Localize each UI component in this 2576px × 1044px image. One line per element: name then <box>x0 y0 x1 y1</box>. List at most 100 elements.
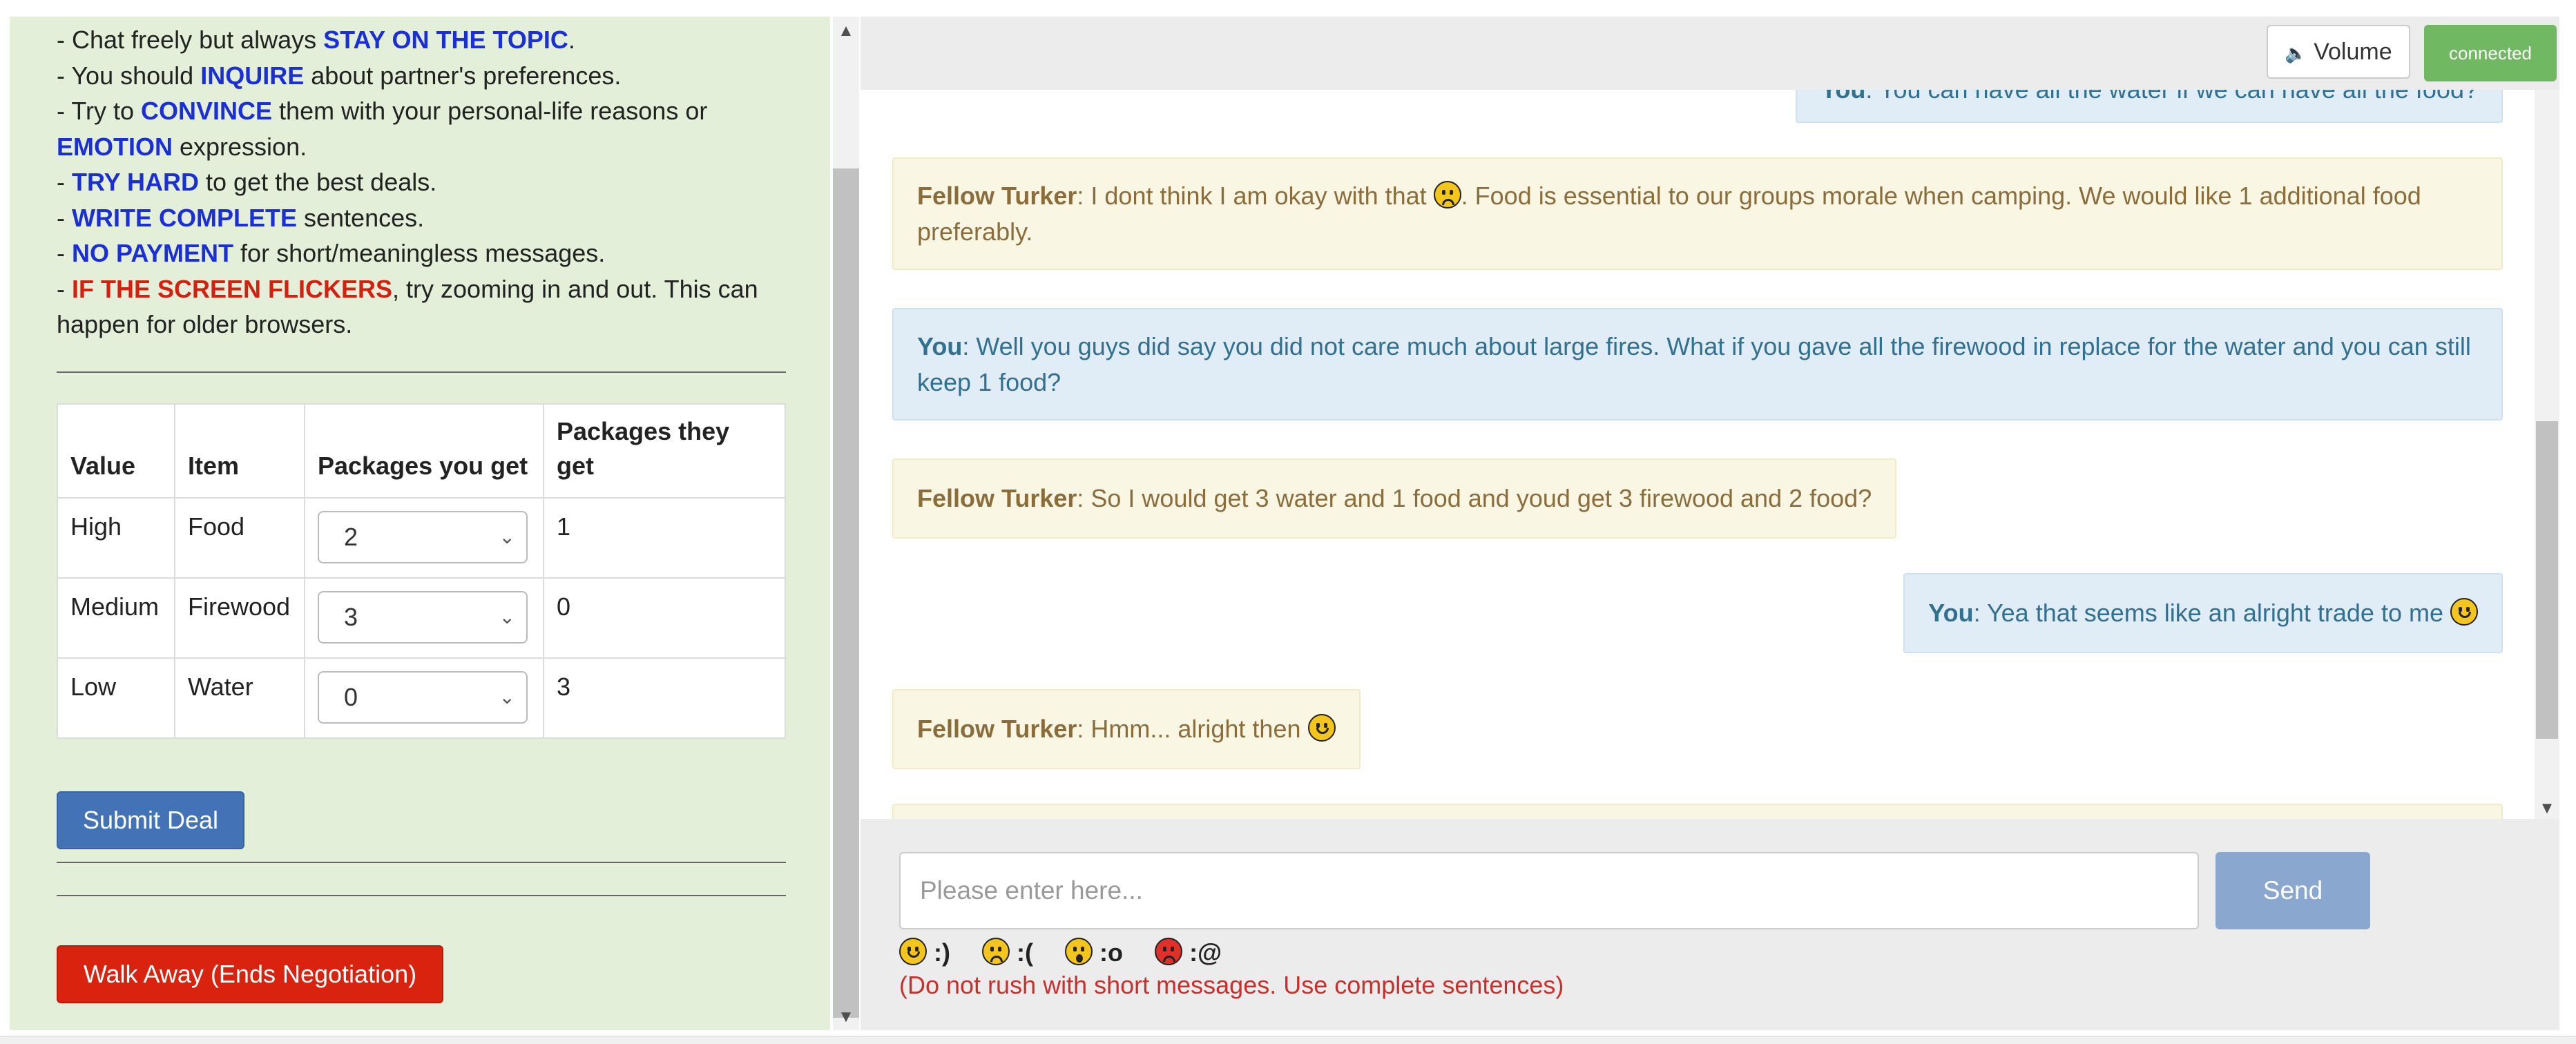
you-get-cell: 0 ⌄ <box>304 657 544 739</box>
send-button[interactable]: Send <box>2215 852 2370 929</box>
chevron-down-icon: ⌄ <box>499 526 515 548</box>
column-header: Value <box>57 403 175 499</box>
instruction-text: about partner's preferences. <box>304 61 622 90</box>
scroll-up-arrow-icon[interactable]: ▲ <box>833 21 859 41</box>
chat-message-you: You: Well you guys did say you did not c… <box>892 308 2503 420</box>
quantity-select-water[interactable]: 0 ⌄ <box>318 671 528 724</box>
submit-deal-button[interactable]: Submit Deal <box>57 791 244 849</box>
chat-message-you: You: You can have all the water if we ca… <box>1796 90 2503 123</box>
scrollbar-thumb[interactable] <box>833 168 859 1018</box>
message-text: : I dont think I am okay with that <box>1077 182 1434 210</box>
value-cell: High <box>57 497 175 579</box>
connection-status-badge: connected <box>2424 25 2557 81</box>
you-get-cell: 3 ⌄ <box>304 577 544 659</box>
message-text: : So I would get 3 water and 1 food and … <box>1077 484 1872 512</box>
message-speaker: You <box>1820 90 1865 104</box>
chat-input-area: Please enter here... Send :) :( :o :@ (D… <box>861 819 2559 1030</box>
emoji-shortcut[interactable]: :@ <box>1155 938 1222 967</box>
surprised-face-icon <box>1065 938 1093 965</box>
chat-message-partner: Fellow Turker: I dont think I am okay wi… <box>892 157 2503 270</box>
instruction-text: them with your personal-life reasons or <box>272 97 708 125</box>
they-get-cell: 0 <box>543 577 786 659</box>
volume-button[interactable]: 🔈 Volume <box>2267 25 2410 79</box>
chat-message-partner <box>892 804 2503 819</box>
scroll-down-arrow-icon[interactable]: ▼ <box>2535 798 2559 819</box>
chat-scrollbar[interactable]: ▼ <box>2535 90 2559 819</box>
instruction-text: to get the best deals. <box>199 168 437 196</box>
message-hint: (Do not rush with short messages. Use co… <box>899 971 1564 999</box>
instruction-line: - WRITE COMPLETE sentences. <box>57 200 796 236</box>
value-cell: Medium <box>57 577 175 659</box>
message-text: : Hmm... alright then <box>1077 715 1308 743</box>
instruction-line: EMOTION expression. <box>57 129 796 165</box>
emoji-shortcut[interactable]: :o <box>1065 938 1123 967</box>
emoji-code: :o <box>1099 938 1124 967</box>
value-cell: Low <box>57 657 175 739</box>
message-text: : Yea that seems like an alright trade t… <box>1973 599 2450 627</box>
instructions-list: - Chat freely but always STAY ON THE TOP… <box>57 17 796 342</box>
instruction-line: - You should INQUIRE about partner's pre… <box>57 58 796 94</box>
item-cell: Water <box>174 657 305 739</box>
instruction-emphasis: WRITE COMPLETE <box>72 203 297 232</box>
instruction-text: , try zooming in and out. This can <box>392 274 758 303</box>
divider <box>57 895 786 896</box>
table-row: Low Water 0 ⌄ 3 <box>57 657 786 739</box>
emoji-code: :( <box>1017 938 1034 967</box>
instruction-text: . <box>568 26 575 54</box>
chat-panel: 🔈 Volume connected You: You can have all… <box>861 17 2559 1030</box>
quantity-select-firewood[interactable]: 3 ⌄ <box>318 591 528 644</box>
item-cell: Food <box>174 497 305 579</box>
volume-label: Volume <box>2314 39 2392 65</box>
instruction-text: - Try to <box>57 97 142 125</box>
they-get-cell: 1 <box>543 497 786 579</box>
speaker-icon: 🔈 <box>2285 43 2307 64</box>
quantity-select-food[interactable]: 2 ⌄ <box>318 511 528 563</box>
message-speaker: You <box>1928 599 1974 627</box>
instruction-text: for short/meaningless messages. <box>233 239 606 267</box>
message-text: : Well you guys did say you did not care… <box>962 332 2471 360</box>
instruction-text: - You should <box>57 61 201 90</box>
chat-messages: You: You can have all the water if we ca… <box>861 90 2535 819</box>
emoji-shortcuts: :) :( :o :@ <box>899 938 1247 967</box>
instruction-line: - NO PAYMENT for short/meaningless messa… <box>57 235 796 271</box>
angry-face-icon <box>1155 938 1183 965</box>
message-text: . Food is essential to our groups morale… <box>1461 182 2421 210</box>
table-row: High Food 2 ⌄ 1 <box>57 497 786 579</box>
walk-away-button[interactable]: Walk Away (Ends Negotiation) <box>57 945 443 1003</box>
chevron-down-icon: ⌄ <box>499 606 515 628</box>
instruction-emphasis: NO PAYMENT <box>72 239 234 267</box>
sad-face-icon <box>1433 181 1461 209</box>
scrollbar-thumb[interactable] <box>2536 421 2558 739</box>
chat-message-partner: Fellow Turker: So I would get 3 water an… <box>892 458 1897 539</box>
negotiation-app: - Chat freely but always STAY ON THE TOP… <box>0 0 2576 1044</box>
instruction-line: - TRY HARD to get the best deals. <box>57 164 796 200</box>
smiley-icon <box>2450 598 2478 626</box>
instruction-text: - <box>57 274 72 303</box>
chat-toolbar: 🔈 Volume connected <box>861 17 2559 90</box>
emoji-shortcut[interactable]: :) <box>899 938 950 967</box>
deal-table: Value Item Packages you get Packages the… <box>57 403 786 739</box>
instruction-text: - <box>57 239 72 267</box>
column-header: Item <box>174 403 305 499</box>
table-header-row: Value Item Packages you get Packages the… <box>57 403 786 499</box>
instruction-line: happen for older browsers. <box>57 310 353 338</box>
message-speaker: Fellow Turker <box>917 484 1077 512</box>
scroll-down-arrow-icon[interactable]: ▼ <box>833 1007 859 1027</box>
chat-message-you: You: Yea that seems like an alright trad… <box>1903 573 2503 653</box>
left-scrollbar[interactable]: ▲ ▼ <box>833 17 859 1030</box>
emoji-shortcut[interactable]: :( <box>982 938 1033 967</box>
message-speaker: Fellow Turker <box>917 182 1077 210</box>
you-get-cell: 2 ⌄ <box>304 497 544 579</box>
message-text: preferably. <box>917 217 1033 246</box>
instruction-text: - Chat freely but always <box>57 26 324 54</box>
message-speaker: You <box>917 332 963 360</box>
select-value: 0 <box>344 683 358 711</box>
chat-message-partner: Fellow Turker: Hmm... alright then <box>892 689 1361 769</box>
instruction-text: - <box>57 203 72 232</box>
sad-face-icon <box>982 938 1010 965</box>
message-text: : You can have all the water if we can h… <box>1865 90 2478 104</box>
instruction-text: - <box>57 168 72 196</box>
message-input[interactable]: Please enter here... <box>899 852 2199 929</box>
smiley-icon <box>899 938 927 965</box>
instruction-emphasis: EMOTION <box>57 132 173 161</box>
